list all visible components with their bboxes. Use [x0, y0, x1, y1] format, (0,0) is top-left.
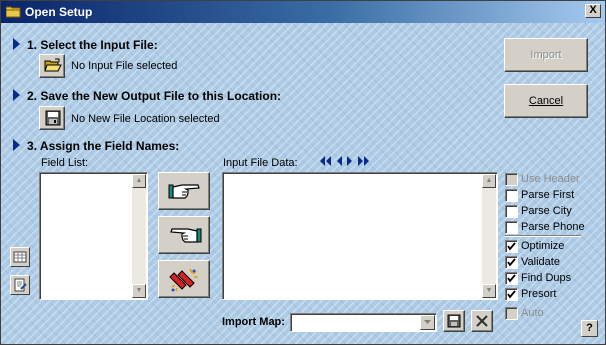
validate-checkbox[interactable] — [505, 256, 518, 269]
output-location-status: No New File Location selected — [71, 113, 220, 125]
parse-first-label: Parse First — [521, 189, 575, 201]
step1-title: 1. Select the Input File: — [27, 38, 158, 52]
parse-city-label: Parse City — [521, 205, 572, 217]
step1-arrow-icon — [13, 38, 20, 50]
step3-arrow-icon — [13, 139, 20, 151]
field-list-label: Field List: — [41, 157, 89, 169]
open-folder-icon — [44, 58, 62, 72]
close-button[interactable]: X — [585, 4, 601, 18]
scroll-up-icon[interactable]: ▲ — [482, 174, 496, 188]
folder-icon — [6, 6, 21, 18]
find-dups-label: Find Dups — [521, 272, 572, 284]
field-list-box[interactable]: ▲ ▼ — [39, 172, 148, 300]
cancel-button-label: Cancel — [528, 95, 564, 107]
step2-title: 2. Save the New Output File to this Loca… — [27, 89, 282, 103]
eraser-sparkle-icon — [169, 268, 198, 292]
last-record-icon[interactable] — [357, 155, 370, 167]
input-file-status: No Input File selected — [71, 60, 178, 72]
optimize-checkbox[interactable] — [505, 240, 518, 253]
checkmark-icon — [507, 274, 516, 283]
prev-record-icon[interactable] — [335, 155, 343, 167]
assign-field-button[interactable] — [158, 172, 210, 210]
edit-document-icon — [14, 278, 27, 292]
floppy-disk-icon — [45, 110, 61, 126]
presort-label: Presort — [521, 288, 557, 300]
dropdown-button[interactable] — [420, 315, 435, 330]
record-navigation — [319, 155, 373, 169]
use-header-checkbox[interactable] — [505, 173, 518, 186]
select-input-file-button[interactable] — [39, 54, 65, 78]
close-icon — [476, 315, 488, 327]
hand-pointing-right-icon — [168, 184, 200, 199]
field-grid-button[interactable] — [10, 247, 30, 267]
presort-checkbox[interactable] — [505, 288, 518, 301]
checkmark-icon — [507, 242, 516, 251]
auto-label: Auto — [521, 307, 544, 319]
import-button[interactable]: Import — [504, 38, 588, 72]
parse-city-checkbox[interactable] — [505, 205, 518, 218]
parse-first-checkbox[interactable] — [505, 189, 518, 202]
delete-import-map-button[interactable] — [471, 310, 493, 332]
grid-icon — [13, 251, 27, 263]
options-divider — [505, 235, 581, 237]
step3-title: 3. Assign the Field Names: — [27, 139, 180, 153]
cancel-button[interactable]: Cancel — [504, 84, 588, 118]
import-map-label: Import Map: — [222, 316, 285, 328]
scroll-down-icon[interactable]: ▼ — [132, 284, 146, 298]
hand-pointing-left-icon — [170, 228, 202, 243]
save-import-map-button[interactable] — [443, 310, 465, 332]
unassign-field-button[interactable] — [158, 216, 210, 254]
auto-checkbox[interactable] — [505, 307, 518, 320]
validate-label: Validate — [521, 256, 560, 268]
import-map-select[interactable] — [290, 313, 437, 332]
input-data-scrollbar[interactable]: ▲ ▼ — [482, 174, 496, 298]
floppy-disk-icon — [447, 314, 461, 328]
window-title: Open Setup — [25, 5, 93, 19]
find-dups-checkbox[interactable] — [505, 272, 518, 285]
step2-arrow-icon — [13, 89, 20, 101]
next-record-icon[interactable] — [346, 155, 354, 167]
chevron-down-icon — [424, 320, 431, 324]
title-bar[interactable]: Open Setup X — [1, 1, 605, 23]
use-header-label: Use Header — [521, 173, 580, 185]
first-record-icon[interactable] — [319, 155, 332, 167]
field-edit-button[interactable] — [10, 275, 30, 295]
input-file-data-box[interactable]: ▲ ▼ — [222, 172, 498, 300]
help-button[interactable]: ? — [581, 320, 598, 337]
optimize-label: Optimize — [521, 240, 565, 252]
input-file-data-label: Input File Data: — [223, 157, 298, 169]
field-list-scrollbar[interactable]: ▲ ▼ — [132, 174, 146, 298]
select-output-location-button[interactable] — [39, 106, 65, 130]
open-setup-dialog: Open Setup X 1. Select the Input File: N… — [0, 0, 606, 345]
checkmark-icon — [507, 258, 516, 267]
scroll-up-icon[interactable]: ▲ — [132, 174, 146, 188]
parse-phone-label: Parse Phone — [521, 221, 585, 233]
scroll-down-icon[interactable]: ▼ — [482, 284, 496, 298]
parse-phone-checkbox[interactable] — [505, 221, 518, 234]
checkmark-icon — [507, 290, 516, 299]
clear-fields-button[interactable] — [158, 260, 210, 298]
